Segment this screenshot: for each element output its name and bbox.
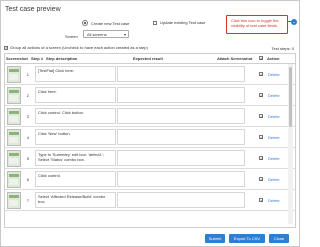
- create-new-label: Create new Test case: [91, 20, 130, 26]
- step-number: 1: [26, 72, 29, 77]
- step-number: 7: [26, 198, 29, 203]
- delete-link[interactable]: Delete: [268, 156, 280, 161]
- step-number: 4: [26, 135, 29, 140]
- table-row: 1 [TestFlat] Click here. Delete: [5, 64, 295, 85]
- table-row: 5 Type in 'Summary' edit box: 'defect1';…: [5, 148, 295, 169]
- step-description-field[interactable]: Click control. Click button.: [35, 108, 116, 124]
- table-row: 2 Click here. Delete: [5, 85, 295, 106]
- group-actions-label: Group all actions of a screen (Uncheck t…: [10, 45, 148, 50]
- step-description-field[interactable]: Click 'New' button.: [35, 129, 116, 145]
- toggle-callout: Click this icon to toggle the visibility…: [226, 15, 288, 34]
- scrollbar-thumb[interactable]: [289, 67, 292, 127]
- header-expected-result: Expected result: [133, 56, 163, 61]
- close-button[interactable]: Close: [269, 234, 289, 243]
- step-description-field[interactable]: Click control.: [35, 171, 116, 187]
- chevron-down-icon: ▾: [123, 32, 126, 37]
- update-existing-radio[interactable]: [153, 20, 157, 25]
- delete-link[interactable]: Delete: [268, 177, 280, 182]
- delete-link[interactable]: Delete: [268, 198, 280, 203]
- attach-screenshot-checkbox[interactable]: [259, 93, 263, 98]
- update-existing-option[interactable]: Update existing Test case: [153, 20, 206, 25]
- toggle-fields-chevron-icon[interactable]: ⌄: [291, 19, 297, 25]
- header-action: Action: [267, 56, 280, 61]
- attach-screenshot-checkbox[interactable]: [259, 72, 263, 77]
- submit-button[interactable]: Submit: [205, 234, 225, 243]
- expected-result-field[interactable]: [117, 108, 245, 124]
- expected-result-field[interactable]: [117, 66, 245, 82]
- export-csv-button[interactable]: Export To CSV: [229, 234, 265, 243]
- steps-table: Screenshot Step # Step description Expec…: [4, 53, 296, 228]
- screenshot-thumbnail[interactable]: [7, 108, 21, 125]
- header-attach-screenshot: Attach Screenshot: [217, 56, 253, 61]
- attach-screenshot-checkbox[interactable]: [259, 156, 263, 161]
- attach-screenshot-checkbox[interactable]: [259, 177, 263, 182]
- screen-label: Screen: [65, 34, 78, 39]
- header-screenshot: Screenshot: [6, 56, 28, 61]
- expected-result-field[interactable]: [117, 150, 245, 166]
- screen-selected-value: All screens: [87, 32, 107, 37]
- step-number: 3: [26, 114, 29, 119]
- expected-result-field[interactable]: [117, 87, 245, 103]
- table-header: Screenshot Step # Step description Expec…: [5, 54, 295, 64]
- table-scrollbar[interactable]: [288, 64, 293, 224]
- attach-screenshot-checkbox[interactable]: [259, 114, 263, 119]
- screen-select[interactable]: All screens ▾: [83, 30, 129, 38]
- table-row: 6 Click control. Delete: [5, 169, 295, 190]
- screenshot-thumbnail[interactable]: [7, 129, 21, 146]
- delete-link[interactable]: Delete: [268, 135, 280, 140]
- delete-link[interactable]: Delete: [268, 72, 280, 77]
- delete-link[interactable]: Delete: [268, 93, 280, 98]
- group-actions-option[interactable]: Group all actions of a screen (Uncheck t…: [4, 45, 148, 50]
- screenshot-thumbnail[interactable]: [7, 192, 21, 209]
- screenshot-thumbnail[interactable]: [7, 66, 21, 83]
- create-new-option[interactable]: Create new Test case: [82, 20, 129, 26]
- attach-screenshot-checkbox[interactable]: [259, 135, 263, 140]
- dialog-footer: Submit Export To CSV Close: [1, 229, 299, 246]
- attach-screenshot-checkbox[interactable]: [259, 198, 263, 203]
- screenshot-thumbnail[interactable]: [7, 150, 21, 167]
- update-existing-label: Update existing Test case: [160, 20, 206, 25]
- step-description-field[interactable]: Click here.: [35, 87, 116, 103]
- delete-link[interactable]: Delete: [268, 114, 280, 119]
- expected-result-field[interactable]: [117, 171, 245, 187]
- expected-result-field[interactable]: [117, 129, 245, 145]
- group-actions-checkbox[interactable]: [4, 45, 8, 50]
- table-row: 3 Click control. Click button. Delete: [5, 106, 295, 127]
- step-number: 2: [26, 93, 29, 98]
- table-row: 4 Click 'New' button. Delete: [5, 127, 295, 148]
- step-number: 6: [26, 177, 29, 182]
- test-steps-count: Test steps: 0: [271, 46, 294, 51]
- expected-result-field[interactable]: [117, 192, 245, 208]
- test-case-preview-dialog: Test case preview Create new Test case U…: [0, 0, 300, 247]
- step-description-field[interactable]: [TestFlat] Click here.: [35, 66, 116, 82]
- header-step-number: Step #: [31, 56, 44, 61]
- screenshot-thumbnail[interactable]: [7, 171, 21, 188]
- create-new-radio[interactable]: [82, 20, 88, 26]
- select-all-checkbox[interactable]: [259, 56, 263, 61]
- table-row: 7 Select 'Affected Release/Build' combo …: [5, 190, 295, 211]
- header-step-description: Step description: [46, 56, 78, 61]
- dialog-title: Test case preview: [5, 6, 61, 13]
- step-description-field[interactable]: Type in 'Summary' edit box: 'defect1'; S…: [35, 150, 116, 166]
- screenshot-thumbnail[interactable]: [7, 87, 21, 104]
- step-number: 5: [26, 156, 29, 161]
- step-description-field[interactable]: Select 'Affected Release/Build' combo bo…: [35, 192, 116, 208]
